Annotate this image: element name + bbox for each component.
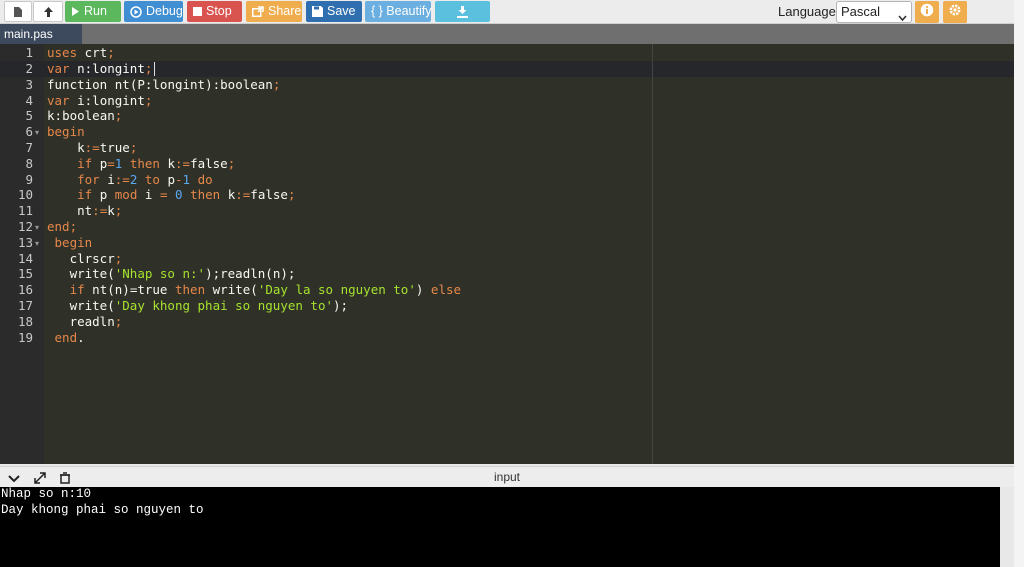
download-icon	[457, 5, 468, 18]
save-label: Save	[327, 4, 356, 18]
fold-arrow-icon[interactable]: ▾	[35, 239, 39, 248]
line-number: 9	[25, 172, 33, 187]
line-number: 12	[17, 219, 33, 234]
line-number: 13	[17, 235, 33, 250]
line-number: 5	[25, 108, 33, 123]
code-line: if nt(n)=true then write('Day la so nguy…	[69, 282, 462, 297]
stop-icon	[193, 7, 202, 16]
line-number: 11	[17, 203, 33, 218]
code-line: nt:=k;	[77, 203, 123, 218]
run-button[interactable]: Run	[65, 1, 121, 22]
gear-icon	[948, 3, 962, 22]
tab-label: main.pas	[4, 27, 53, 41]
console-label: input	[493, 470, 521, 484]
beautify-button[interactable]: { } Beautify	[365, 1, 431, 22]
code-line: for i:=2 to p-1 do	[77, 172, 213, 187]
language-select[interactable]: Pascal	[836, 1, 912, 23]
fold-arrow-icon[interactable]: ▾	[35, 128, 39, 137]
info-icon	[920, 3, 934, 22]
file-tab-bar: main.pas	[0, 24, 1014, 44]
tab-main-pas[interactable]: main.pas	[0, 24, 82, 44]
stop-label: Stop	[206, 4, 232, 18]
line-number: 18	[17, 314, 33, 329]
console-line: Nhap so n:10	[1, 487, 92, 501]
code-line: end;	[47, 219, 78, 234]
upload-button[interactable]	[33, 1, 63, 22]
debug-button[interactable]: Debug	[124, 1, 183, 22]
line-number: 8	[25, 156, 33, 171]
text-cursor	[154, 62, 155, 76]
code-line: var n:longint;	[47, 61, 153, 76]
code-line: function nt(P:longint):boolean;	[47, 77, 281, 92]
upload-icon	[42, 6, 55, 18]
line-number: 17	[17, 298, 33, 313]
language-label: Language	[778, 4, 836, 19]
code-line: write('Nhap so n:');readln(n);	[69, 266, 296, 281]
new-file-button[interactable]	[4, 1, 32, 22]
line-number: 14	[17, 251, 33, 266]
code-line: readln;	[69, 314, 123, 329]
play-icon	[71, 6, 80, 17]
line-number: 16	[17, 282, 33, 297]
code-line: k:=true;	[77, 140, 138, 155]
code-line: if p=1 then k:=false;	[77, 156, 236, 171]
print-margin	[652, 44, 653, 464]
console-line: Day khong phai so nguyen to	[1, 503, 204, 517]
code-line: clrscr;	[69, 251, 123, 266]
code-line: if p mod i = 0 then k:=false;	[77, 187, 296, 202]
code-line: k:boolean;	[47, 108, 123, 123]
file-icon	[13, 6, 23, 18]
save-button[interactable]: Save	[306, 1, 362, 22]
code-line: write('Day khong phai so nguyen to');	[69, 298, 349, 313]
debug-label: Debug	[146, 4, 183, 18]
code-line: var i:longint;	[47, 93, 153, 108]
language-value: Pascal	[841, 4, 881, 19]
download-button[interactable]	[435, 1, 490, 22]
console-header: input	[0, 466, 1014, 487]
stop-button[interactable]: Stop	[187, 1, 242, 22]
console-output[interactable]: Nhap so n:10 Day khong phai so nguyen to	[0, 487, 1000, 567]
code-line: uses crt;	[47, 45, 115, 60]
fold-arrow-icon[interactable]: ▾	[35, 223, 39, 232]
code-line: begin	[47, 124, 85, 139]
line-number: 15	[17, 266, 33, 281]
line-number: 10	[17, 187, 33, 202]
code-editor[interactable]: 1 2 3 4 5 6 7 8 9 10 11 12 13 14 15 16 1…	[0, 44, 1014, 464]
line-number: 4	[25, 93, 33, 108]
code-line: begin	[54, 235, 93, 250]
run-label: Run	[84, 4, 107, 18]
info-button[interactable]	[915, 1, 939, 23]
beautify-label: { } Beautify	[371, 4, 432, 18]
code-line: end.	[54, 330, 85, 345]
share-button[interactable]: Share	[246, 1, 302, 22]
line-number: 3	[25, 77, 33, 92]
share-icon	[252, 6, 264, 17]
save-icon	[312, 6, 323, 17]
line-number: 1	[25, 45, 33, 60]
line-number: 2	[25, 61, 33, 76]
line-number: 19	[17, 330, 33, 345]
toolbar: Run Debug Stop Share Save { } Beautify L…	[0, 0, 1014, 24]
share-label: Share	[268, 4, 302, 18]
settings-button[interactable]	[943, 1, 967, 23]
debug-icon	[130, 5, 142, 18]
line-number: 7	[25, 140, 33, 155]
line-number: 6	[25, 124, 33, 139]
page-scrollbar[interactable]	[1014, 0, 1024, 567]
